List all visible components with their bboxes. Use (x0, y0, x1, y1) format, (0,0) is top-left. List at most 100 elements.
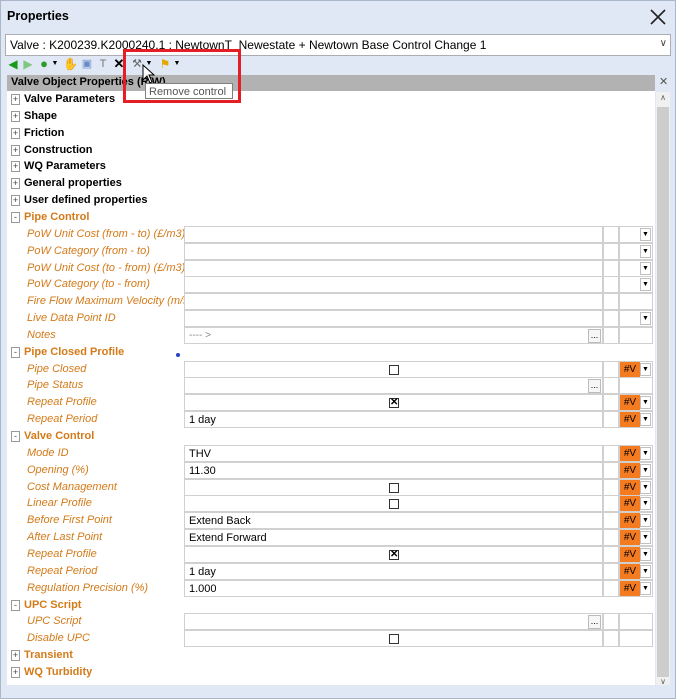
checkbox-unchecked[interactable] (389, 364, 399, 375)
dropdown-arrow-icon[interactable]: ▼ (640, 244, 651, 258)
flag-cell[interactable] (603, 529, 619, 547)
flag-value-cell[interactable]: ▼ (619, 310, 653, 328)
forward-arrow-icon[interactable]: ▶ (22, 56, 34, 72)
text-icon[interactable]: T (97, 56, 109, 72)
section-friction[interactable]: + Friction (7, 125, 655, 142)
collapse-icon[interactable]: - (11, 211, 20, 223)
flag-value-cell[interactable]: #V ▼ (619, 461, 653, 479)
section-upc-script[interactable]: - UPC Script (7, 597, 655, 614)
collapse-icon[interactable]: - (11, 431, 20, 442)
flag-value-cell[interactable]: #V ▼ (619, 411, 653, 429)
flag-value-cell[interactable]: #V ▼ (619, 394, 653, 412)
property-value-cell[interactable]: ... (184, 377, 603, 395)
checkbox-unchecked[interactable] (389, 499, 399, 510)
section-valve-control[interactable]: - Valve Control (7, 428, 655, 445)
object-selector-combo[interactable]: Valve : K200239.K2000240.1 : NewtownT_Ne… (5, 34, 671, 56)
flag-cell[interactable] (603, 377, 619, 395)
flag-value-cell[interactable]: ▼ (619, 276, 653, 294)
property-value-cell[interactable] (184, 495, 603, 513)
lightbulb-icon[interactable]: ⚑ (158, 56, 172, 72)
checkbox-unchecked[interactable] (389, 482, 399, 493)
property-value-cell[interactable] (184, 276, 603, 294)
flag-cell[interactable] (603, 360, 619, 378)
flag-value-cell[interactable]: #V ▼ (619, 360, 653, 378)
flag-cell[interactable] (603, 478, 619, 496)
property-value-cell[interactable]: ... (184, 613, 603, 631)
pane-close-icon[interactable]: ✕ (659, 75, 668, 88)
section-construction[interactable]: + Construction (7, 142, 655, 159)
dropdown-arrow-icon[interactable]: ▼ (640, 227, 651, 241)
property-value-cell[interactable] (184, 259, 603, 277)
dropdown-arrow-icon[interactable]: ▼ (640, 413, 651, 427)
back-arrow-icon[interactable]: ◀ (7, 56, 19, 72)
checkbox-checked[interactable]: ✕ (389, 398, 399, 409)
section-general-properties[interactable]: + General properties (7, 175, 655, 192)
flag-value-cell[interactable] (619, 293, 653, 311)
property-value-cell[interactable] (184, 478, 603, 496)
flag-value-cell[interactable]: #V ▼ (619, 579, 653, 597)
section-wq-turbidity[interactable]: + WQ Turbidity (7, 664, 655, 681)
property-value-cell[interactable]: ✕ (184, 394, 603, 412)
collapse-icon[interactable]: - (11, 599, 20, 611)
section-transient[interactable]: + Transient (7, 647, 655, 664)
pointer-hand-icon[interactable]: ✋ (63, 56, 78, 72)
property-value-cell[interactable]: THV (184, 444, 603, 462)
expand-icon[interactable]: + (11, 144, 20, 156)
flag-cell[interactable] (603, 545, 619, 563)
expand-icon[interactable]: + (11, 94, 20, 105)
scroll-down-icon[interactable]: ∨ (656, 677, 670, 689)
close-icon[interactable] (647, 6, 669, 28)
dropdown-arrow-icon[interactable]: ▼ (640, 312, 651, 326)
remove-control-icon[interactable]: ✕ (113, 56, 125, 72)
property-value-cell[interactable]: Extend Back (184, 512, 603, 530)
expand-icon[interactable]: + (11, 127, 20, 139)
lightbulb-dropdown-icon[interactable]: ▼ (173, 56, 181, 72)
flag-value-cell[interactable] (619, 326, 653, 344)
flag-cell[interactable] (603, 276, 619, 294)
ellipsis-button[interactable]: ... (588, 615, 601, 630)
section-shape[interactable]: + Shape (7, 108, 655, 125)
section-wq-parameters[interactable]: + WQ Parameters (7, 158, 655, 175)
flag-value-cell[interactable] (619, 630, 653, 648)
ellipsis-button[interactable]: ... (588, 379, 601, 394)
scroll-up-icon[interactable]: ∧ (656, 93, 670, 105)
dropdown-arrow-icon[interactable]: ▼ (640, 564, 651, 578)
property-value-cell[interactable] (184, 225, 603, 243)
flag-cell[interactable] (603, 630, 619, 648)
navigate-icon[interactable]: ● (37, 56, 51, 72)
dropdown-arrow-icon[interactable]: ▼ (640, 261, 651, 275)
flag-cell[interactable] (603, 444, 619, 462)
expand-icon[interactable]: + (11, 650, 20, 662)
flag-value-cell[interactable]: #V ▼ (619, 495, 653, 513)
flag-value-cell[interactable]: #V ▼ (619, 562, 653, 580)
flag-cell[interactable] (603, 259, 619, 277)
flag-cell[interactable] (603, 613, 619, 631)
flag-cell[interactable] (603, 242, 619, 260)
flag-value-cell[interactable] (619, 613, 653, 631)
flag-cell[interactable] (603, 579, 619, 597)
flag-cell[interactable] (603, 310, 619, 328)
flag-cell[interactable] (603, 512, 619, 530)
dropdown-arrow-icon[interactable]: ▼ (640, 514, 651, 528)
flag-cell[interactable] (603, 562, 619, 580)
property-value-cell[interactable] (184, 630, 603, 648)
dropdown-arrow-icon[interactable]: ▼ (640, 547, 651, 561)
flag-value-cell[interactable]: #V ▼ (619, 529, 653, 547)
flag-value-cell[interactable]: ▼ (619, 242, 653, 260)
flag-value-cell[interactable]: ▼ (619, 259, 653, 277)
flag-cell[interactable] (603, 495, 619, 513)
dropdown-arrow-icon[interactable]: ▼ (640, 396, 651, 410)
dropdown-arrow-icon[interactable]: ▼ (640, 497, 651, 511)
section-pipe-closed-profile[interactable]: - Pipe Closed Profile (7, 344, 655, 361)
flag-value-cell[interactable] (619, 377, 653, 395)
chevron-down-icon[interactable]: ∨ (660, 38, 667, 49)
dropdown-arrow-icon[interactable]: ▼ (640, 531, 651, 545)
ellipsis-button[interactable]: ... (588, 328, 601, 343)
property-value-cell[interactable] (184, 242, 603, 260)
dropdown-arrow-icon[interactable]: ▼ (640, 463, 651, 477)
dropdown-arrow-icon[interactable]: ▼ (640, 446, 651, 460)
flag-cell[interactable] (603, 411, 619, 429)
flag-cell[interactable] (603, 225, 619, 243)
collapse-icon[interactable]: - (11, 346, 20, 358)
document-icon[interactable]: ▣ (80, 56, 94, 72)
